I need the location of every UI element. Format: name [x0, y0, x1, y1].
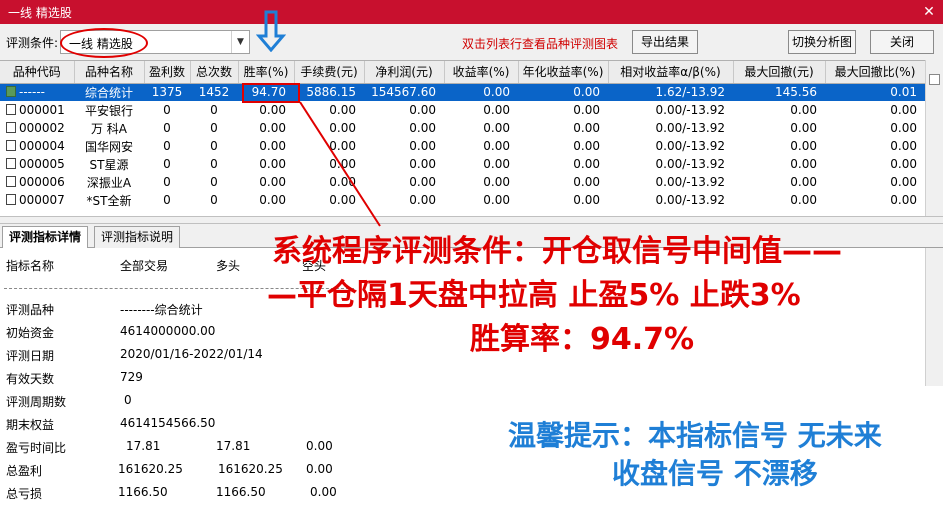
tip-line-1: 温馨提示：本指标信号 无未来	[508, 419, 882, 452]
annotation-line-1: 系统程序评测条件：开仓取信号中间值——	[272, 234, 842, 269]
annotation-line-3: 胜算率：94.7%	[470, 322, 695, 357]
tip-line-2: 收盘信号 不漂移	[612, 457, 818, 490]
annotation-line-2: —平仓隔1天盘中拉高 止盈5% 止跌3%	[267, 278, 801, 313]
